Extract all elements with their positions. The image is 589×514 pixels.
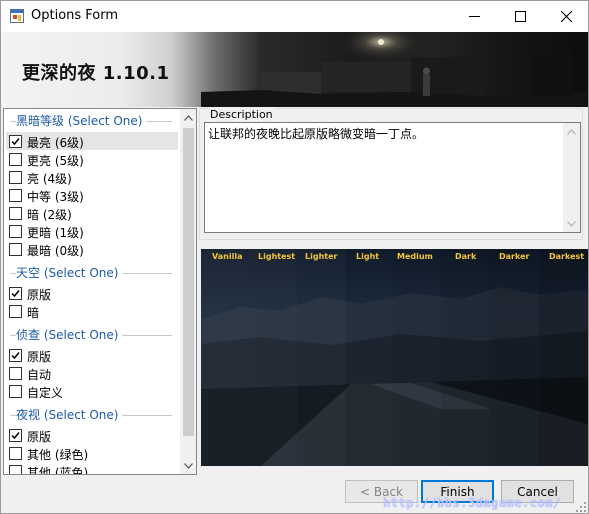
option-label: 其他 (蓝色) xyxy=(27,466,89,475)
checkbox[interactable] xyxy=(9,385,22,398)
option-label: 原版 xyxy=(27,430,52,444)
close-icon xyxy=(560,11,572,22)
scroll-up-button[interactable] xyxy=(563,123,580,140)
option-label: 更亮 (5级) xyxy=(27,154,84,168)
chevron-down-icon xyxy=(567,220,576,227)
option-scout-vanilla[interactable]: 原版 xyxy=(6,346,178,364)
chevron-up-icon xyxy=(184,114,193,121)
option-bright-4[interactable]: 亮 (4级) xyxy=(6,168,178,186)
option-nv-green[interactable]: 其他 (绿色) xyxy=(6,444,178,462)
option-label: 原版 xyxy=(27,350,52,364)
option-brighter-5[interactable]: 更亮 (5级) xyxy=(6,150,178,168)
group-label: 侦查 (Select One) xyxy=(16,326,123,343)
checkbox[interactable] xyxy=(9,135,22,148)
preview-label-medium: Medium xyxy=(397,252,433,261)
option-nv-blue[interactable]: 其他 (蓝色) xyxy=(6,462,178,475)
option-darkest-0[interactable]: 最暗 (0级) xyxy=(6,240,178,258)
option-brightest-6[interactable]: 最亮 (6级) xyxy=(6,132,178,150)
banner-title: 更深的夜 1.10.1 xyxy=(22,63,170,84)
chevron-up-icon xyxy=(567,128,576,135)
options-form-window: Options Form 更深的夜 1.10.1 黑暗等级 (Select On… xyxy=(0,0,589,514)
preview-label-vanilla: Vanilla xyxy=(212,252,243,261)
preview-label-darkest: Darkest xyxy=(549,252,585,261)
check-icon xyxy=(11,290,20,298)
scroll-down-button[interactable] xyxy=(563,215,580,232)
options-scrollbar[interactable] xyxy=(180,109,196,474)
group-header-sky: 天空 (Select One) xyxy=(4,263,180,281)
option-darker-1[interactable]: 更暗 (1级) xyxy=(6,222,178,240)
check-icon xyxy=(11,138,20,146)
option-label: 暗 xyxy=(27,306,40,320)
option-label: 自定义 xyxy=(27,386,64,400)
options-checklist[interactable]: 黑暗等级 (Select One) 最亮 (6级) 更亮 (5级) 亮 (4级)… xyxy=(3,108,197,475)
option-nv-vanilla[interactable]: 原版 xyxy=(6,426,178,444)
option-label: 中等 (3级) xyxy=(27,190,84,204)
option-label: 原版 xyxy=(27,288,52,302)
group-header-scouting: 侦查 (Select One) xyxy=(4,325,180,343)
option-label: 暗 (2级) xyxy=(27,208,72,222)
description-scrollbar[interactable] xyxy=(563,123,580,232)
check-icon xyxy=(11,352,20,360)
preview-comparison-image: Vanilla Lightest Lighter Light Medium Da… xyxy=(201,249,588,466)
checkbox[interactable] xyxy=(9,189,22,202)
watermark-url: http://bbs.3dmgame.com/ xyxy=(383,496,561,510)
scroll-thumb[interactable] xyxy=(183,128,194,436)
checkbox[interactable] xyxy=(9,367,22,380)
preview-label-lighter: Lighter xyxy=(305,252,338,261)
checkbox[interactable] xyxy=(9,429,22,442)
checkbox[interactable] xyxy=(9,305,22,318)
preview-label-light: Light xyxy=(356,252,380,261)
resize-grip-icon[interactable] xyxy=(575,501,587,513)
checkbox[interactable] xyxy=(9,349,22,362)
title-bar: Options Form xyxy=(1,1,588,32)
maximize-icon xyxy=(514,11,526,22)
checkbox[interactable] xyxy=(9,287,22,300)
group-header-darkness: 黑暗等级 (Select One) xyxy=(4,111,180,129)
description-text: 让联邦的夜晚比起原版略微变暗一丁点。 xyxy=(208,127,425,141)
check-icon xyxy=(11,432,20,440)
chevron-down-icon xyxy=(184,462,193,469)
checkbox[interactable] xyxy=(9,207,22,220)
group-label: 天空 (Select One) xyxy=(16,264,123,281)
option-label: 自动 xyxy=(27,368,52,382)
checkbox[interactable] xyxy=(9,171,22,184)
option-dark-2[interactable]: 暗 (2级) xyxy=(6,204,178,222)
minimize-icon xyxy=(468,16,480,17)
maximize-button[interactable] xyxy=(497,1,543,32)
group-header-night-vision: 夜视 (Select One) xyxy=(4,405,180,423)
option-label: 亮 (4级) xyxy=(27,172,72,186)
night-scene-image xyxy=(201,32,588,107)
group-label: 黑暗等级 (Select One) xyxy=(16,112,147,129)
night-landscape-image xyxy=(201,249,588,466)
checkbox[interactable] xyxy=(9,465,22,474)
option-label: 更暗 (1级) xyxy=(27,226,84,240)
option-label: 其他 (绿色) xyxy=(27,448,89,462)
minimize-button[interactable] xyxy=(451,1,497,32)
option-scout-auto[interactable]: 自动 xyxy=(6,364,178,382)
preview-label-dark: Dark xyxy=(455,252,477,261)
option-label: 最暗 (0级) xyxy=(27,244,84,258)
checkbox[interactable] xyxy=(9,225,22,238)
group-label: 夜视 (Select One) xyxy=(16,406,123,423)
checkbox[interactable] xyxy=(9,153,22,166)
preview-label-lightest: Lightest xyxy=(258,252,296,261)
checkbox[interactable] xyxy=(9,243,22,256)
option-scout-custom[interactable]: 自定义 xyxy=(6,382,178,400)
close-button[interactable] xyxy=(543,1,589,32)
scroll-down-button[interactable] xyxy=(180,457,196,474)
option-label: 最亮 (6级) xyxy=(27,136,84,150)
option-sky-vanilla[interactable]: 原版 xyxy=(6,284,178,302)
option-medium-3[interactable]: 中等 (3级) xyxy=(6,186,178,204)
option-sky-dark[interactable]: 暗 xyxy=(6,302,178,320)
app-icon xyxy=(10,9,24,23)
window-title: Options Form xyxy=(31,8,119,23)
description-legend: Description xyxy=(208,108,275,121)
scroll-up-button[interactable] xyxy=(180,109,196,126)
description-textbox[interactable]: 让联邦的夜晚比起原版略微变暗一丁点。 xyxy=(204,122,581,233)
header-banner: 更深的夜 1.10.1 xyxy=(1,32,588,107)
preview-label-darker: Darker xyxy=(499,252,530,261)
checkbox[interactable] xyxy=(9,447,22,460)
